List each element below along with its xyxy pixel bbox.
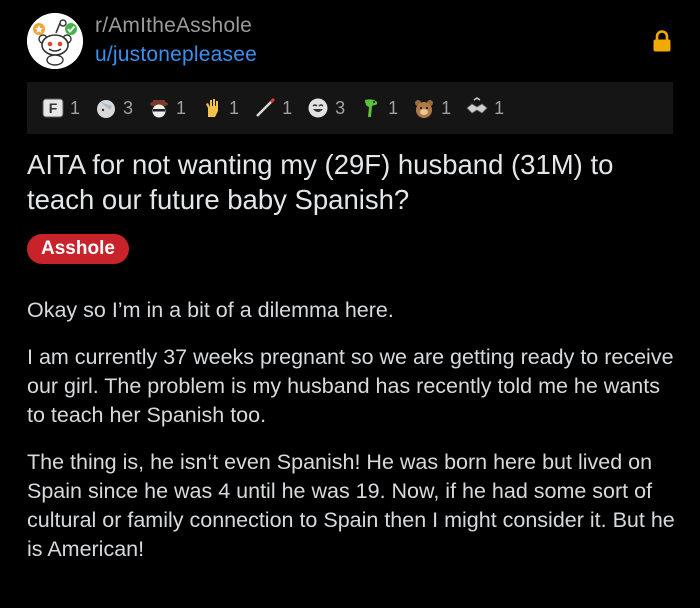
award-item[interactable]: 1 xyxy=(253,96,292,120)
post-body: Okay so I’m in a bit of a dilemma here. … xyxy=(27,296,677,582)
award-item[interactable]: 1 xyxy=(147,96,186,120)
award-count: 3 xyxy=(335,97,346,118)
award-item[interactable]: 1 xyxy=(200,96,239,120)
laughing-award-icon xyxy=(308,98,328,118)
spy-award-icon xyxy=(150,100,169,118)
award-count: 1 xyxy=(441,97,452,118)
hand-award-icon xyxy=(206,99,219,117)
f-award-icon: F xyxy=(42,98,64,118)
svg-text:F: F xyxy=(49,100,58,116)
post-header: r/AmItheAsshole u/justonepleasee xyxy=(0,0,700,80)
award-count: 3 xyxy=(123,97,134,118)
snoo-icon xyxy=(27,13,83,69)
award-item[interactable]: 3 xyxy=(94,96,133,120)
body-paragraph: The thing is, he isn‘t even Spanish! He … xyxy=(27,450,675,561)
award-count: 1 xyxy=(229,97,240,118)
dinosaur-award-icon xyxy=(365,99,378,117)
award-count: 1 xyxy=(282,97,293,118)
award-count: 1 xyxy=(70,97,81,118)
brush-award-icon xyxy=(256,97,276,117)
body-paragraph: Okay so I’m in a bit of a dilemma here. xyxy=(27,298,394,322)
award-count: 1 xyxy=(388,97,399,118)
subreddit-avatar[interactable] xyxy=(27,13,83,69)
award-item[interactable]: 3 xyxy=(306,96,345,120)
award-item[interactable]: F 1 xyxy=(41,96,80,120)
subreddit-name[interactable]: r/AmItheAsshole xyxy=(95,14,252,38)
body-paragraph: I am currently 37 weeks pregnant so we a… xyxy=(27,345,674,427)
award-item[interactable]: 1 xyxy=(412,96,451,120)
bear-award-icon xyxy=(415,100,434,118)
author-username[interactable]: u/justonepleasee xyxy=(95,43,257,67)
award-count: 1 xyxy=(494,97,505,118)
lock-icon xyxy=(653,30,671,52)
award-item[interactable]: 1 xyxy=(359,96,398,120)
post-title[interactable]: AITA for not wanting my (29F) husband (3… xyxy=(27,147,677,217)
award-item[interactable]: 1 xyxy=(465,96,504,120)
post-flair[interactable]: Asshole xyxy=(27,234,129,264)
facepalm-award-icon xyxy=(97,100,116,118)
awards-bar[interactable]: F 1 3 1 1 1 3 1 1 1 xyxy=(27,82,673,134)
handshake-award-icon xyxy=(466,97,488,114)
award-count: 1 xyxy=(176,97,187,118)
